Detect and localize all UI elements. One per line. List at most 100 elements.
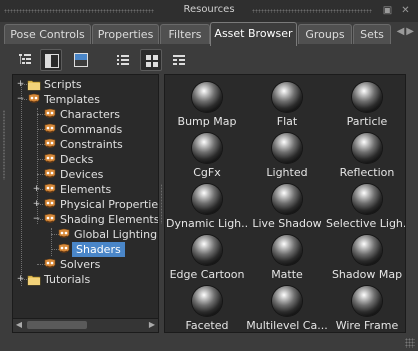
asset-tile[interactable]: Multilevel Ca... — [246, 283, 328, 332]
tab-asset-browser[interactable]: Asset Browser — [210, 22, 297, 46]
float-icon[interactable]: ▣ — [382, 5, 393, 16]
asset-label: Edge Cartoon — [169, 268, 245, 281]
asset-tile[interactable]: Matte — [246, 232, 328, 284]
asset-label: Wire Frame — [335, 319, 399, 332]
shader-sphere-icon — [272, 133, 302, 163]
asset-tile[interactable]: Selective Ligh... — [326, 181, 406, 233]
tree-item-label: Constraints — [60, 138, 123, 151]
asset-tile[interactable]: Wire Frame — [326, 283, 405, 332]
template-icon — [43, 108, 57, 121]
template-icon — [43, 198, 57, 211]
status-bar — [0, 333, 418, 351]
asset-tile[interactable]: Faceted — [166, 283, 248, 332]
scroll-left-icon[interactable]: ◀ — [14, 320, 24, 330]
tab-properties[interactable]: Properties — [92, 24, 159, 44]
asset-tile[interactable]: Flat — [246, 79, 328, 131]
split-horizontal-button[interactable] — [70, 49, 92, 71]
asset-label: CgFx — [193, 166, 221, 179]
close-icon[interactable]: ✕ — [400, 5, 411, 16]
tree-item-label: Solvers — [60, 258, 101, 271]
tree-view-button[interactable] — [14, 49, 36, 71]
split-horizontal-icon — [74, 53, 88, 67]
title-bar: Resources ▣ ✕ — [0, 0, 418, 22]
asset-label: Faceted — [185, 319, 229, 332]
scroll-thumb[interactable] — [27, 321, 87, 329]
tab-groups[interactable]: Groups — [298, 24, 352, 44]
shader-sphere-icon — [192, 286, 222, 316]
asset-label: Flat — [276, 115, 298, 128]
scroll-right-icon[interactable]: ▶ — [147, 320, 157, 330]
toolbar — [0, 46, 418, 74]
asset-tile[interactable]: Live Shadow — [246, 181, 328, 233]
list-view-icon — [117, 55, 129, 65]
asset-grid: Bump Map Flat Particle CgFx Lighted Reflectio… — [164, 74, 406, 333]
asset-tile[interactable]: Shadow Map — [326, 232, 405, 284]
asset-label: Dynamic Ligh... — [166, 217, 248, 230]
shader-sphere-icon — [352, 235, 382, 265]
tree-item-label: Commands — [60, 123, 123, 136]
expand-icon[interactable]: + — [16, 80, 25, 89]
tabs-scroll-arrows[interactable]: ◀▶ — [397, 26, 416, 37]
asset-tile[interactable]: Dynamic Ligh... — [166, 181, 248, 233]
asset-label: Particle — [346, 115, 388, 128]
asset-tile[interactable]: CgFx — [166, 130, 248, 182]
tab-bar: Pose Controls Properties Filters Asset B… — [0, 22, 418, 46]
asset-label: Matte — [271, 268, 303, 281]
template-icon — [27, 93, 41, 106]
asset-tile[interactable]: Lighted — [246, 130, 328, 182]
expand-icon[interactable]: + — [16, 275, 25, 284]
tree-panel: + Scripts − Templates Characters Commands Cons… — [12, 74, 159, 333]
asset-tile[interactable]: Reflection — [326, 130, 405, 182]
list-view-button[interactable] — [112, 49, 134, 71]
template-icon — [43, 138, 57, 151]
template-icon — [43, 123, 57, 136]
icon-view-button[interactable] — [140, 49, 162, 71]
shader-sphere-icon — [272, 235, 302, 265]
split-vertical-button[interactable] — [40, 49, 62, 71]
shader-sphere-icon — [192, 184, 222, 214]
title-grip-right[interactable] — [252, 9, 372, 13]
tree-item-label: Scripts — [44, 78, 82, 91]
expand-icon[interactable]: + — [32, 200, 41, 209]
shader-sphere-icon — [352, 133, 382, 163]
detail-view-icon — [173, 55, 185, 65]
tab-filters[interactable]: Filters — [160, 24, 210, 44]
asset-label: Live Shadow — [252, 217, 322, 230]
horizontal-scrollbar[interactable]: ◀ ▶ — [13, 318, 158, 332]
tree-item-label: Templates — [44, 93, 100, 106]
template-icon — [43, 153, 57, 166]
tree-item-label: Shaders — [72, 242, 125, 257]
template-icon — [57, 228, 71, 241]
detail-view-button[interactable] — [168, 49, 190, 71]
asset-label: Bump Map — [177, 115, 237, 128]
folder-icon — [27, 273, 41, 286]
shader-sphere-icon — [352, 286, 382, 316]
tree-line — [21, 85, 22, 286]
splitter[interactable] — [160, 74, 163, 333]
tree-item-label: Devices — [60, 168, 104, 181]
template-icon — [43, 258, 57, 271]
expand-icon[interactable]: + — [32, 185, 41, 194]
asset-label: Selective Ligh... — [326, 217, 406, 230]
asset-tile[interactable]: Bump Map — [166, 79, 248, 131]
collapse-icon[interactable]: − — [16, 95, 25, 104]
tree-item-label: Tutorials — [44, 273, 91, 286]
shader-sphere-icon — [192, 235, 222, 265]
template-icon — [43, 213, 57, 226]
template-icon — [43, 168, 57, 181]
resize-grip[interactable] — [405, 338, 415, 348]
tree-view-icon — [19, 54, 31, 64]
icon-view-icon — [146, 55, 158, 67]
asset-label: Shadow Map — [331, 268, 403, 281]
shader-sphere-icon — [272, 286, 302, 316]
tab-sets[interactable]: Sets — [353, 24, 391, 44]
panel-grip[interactable] — [3, 110, 5, 180]
shader-sphere-icon — [192, 82, 222, 112]
folder-icon — [27, 78, 41, 91]
asset-tile[interactable]: Edge Cartoon — [166, 232, 248, 284]
collapse-icon[interactable]: − — [32, 215, 41, 224]
tab-pose-controls[interactable]: Pose Controls — [4, 24, 91, 44]
template-icon — [43, 183, 57, 196]
template-icon — [57, 243, 71, 256]
asset-tile[interactable]: Particle — [326, 79, 405, 131]
